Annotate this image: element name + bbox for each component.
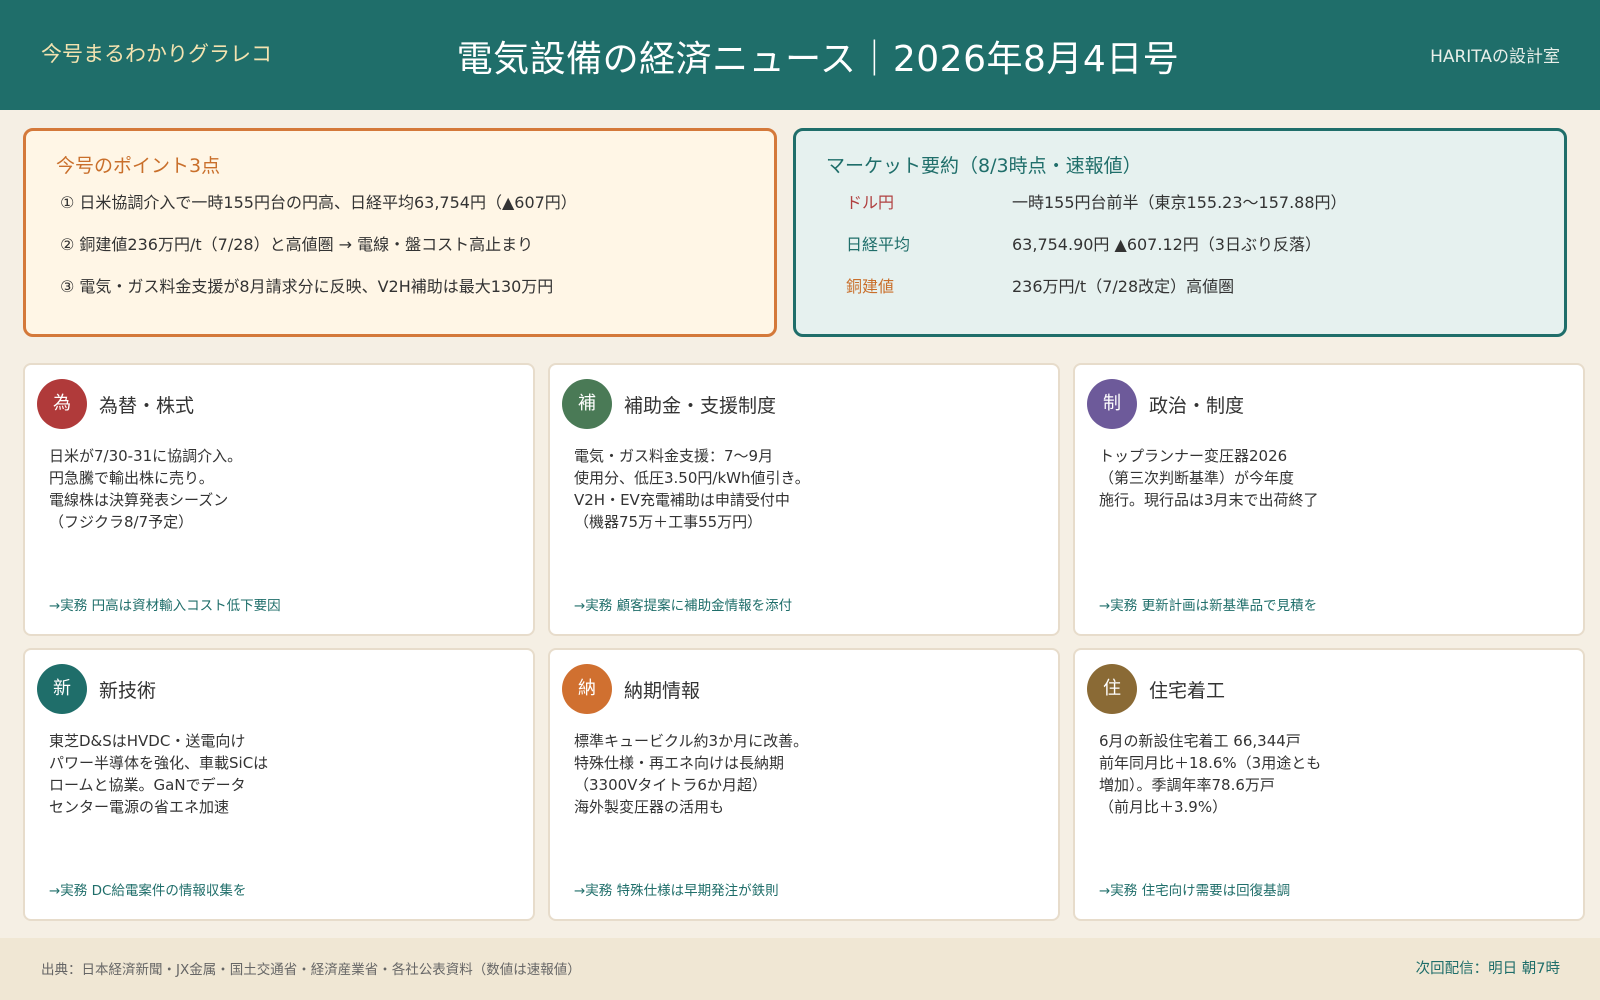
card-body: トップランナー変圧器2026 （第三次判断基準）が今年度 施行。現行品は3月末で… (1099, 445, 1319, 511)
card-body: 東芝D&SはHVDC・送電向け パワー半導体を強化、車載SiCは ロームと協業。… (49, 730, 268, 818)
card-badge-icon: 為 (37, 379, 87, 429)
market-value: 63,754.90円 ▲607.12円（3日ぶり反落） (1012, 235, 1321, 254)
footer-bar: 出典：日本経済新聞・JX金属・国土交通省・経済産業省・各社公表資料（数値は速報値… (0, 938, 1600, 1000)
card-line: 増加）。季調年率78.6万戸 (1099, 776, 1275, 794)
card-title: 住宅着工 (1149, 680, 1226, 702)
market-label: 日経平均 (846, 235, 911, 254)
point-item: ② 銅建値236万円/t（7/28）と高値圏 → 電線・盤コスト高止まり (60, 235, 534, 254)
card-title: 新技術 (99, 680, 157, 702)
card-line: センター電源の省エネ加速 (49, 798, 230, 816)
card-line: V2H・EV充電補助は申請受付中 (574, 491, 790, 509)
page-title: 電気設備の経済ニュース｜2026年8月4日号 (456, 39, 1180, 80)
card-line: （機器75万＋工事55万円） (574, 513, 763, 531)
card-line: 標準キュービクル約3か月に改善。 (574, 732, 809, 750)
card-badge-icon: 住 (1087, 664, 1137, 714)
header-bar: 今号まるわかりグラレコ 電気設備の経済ニュース｜2026年8月4日号 HARIT… (0, 0, 1600, 110)
card-line: 円急騰で輸出株に売り。 (49, 469, 214, 487)
card-line: トップランナー変圧器2026 (1099, 447, 1288, 465)
card-body: 電気・ガス料金支援：7〜9月 使用分、低圧3.50円/kWh値引き。 V2H・E… (574, 445, 810, 533)
card-badge-icon: 補 (562, 379, 612, 429)
card-title: 納期情報 (624, 680, 701, 702)
market-heading: マーケット要約（8/3時点・速報値） (826, 155, 1142, 177)
market-label: 銅建値 (846, 277, 895, 296)
card-title: 政治・制度 (1149, 395, 1245, 417)
card-line: （前月比＋3.9%） (1099, 798, 1228, 816)
header-right-label: HARITAの設計室 (1430, 47, 1560, 67)
card-housing: 住 住宅着工 6月の新設住宅着工 66,344戸 前年同月比＋18.6%（3用途… (1073, 648, 1585, 921)
market-summary-panel: マーケット要約（8/3時点・速報値） ドル円 一時155円台前半（東京155.2… (793, 128, 1567, 337)
card-line: 前年同月比＋18.6%（3用途とも (1099, 754, 1322, 772)
card-delivery: 納 納期情報 標準キュービクル約3か月に改善。 特殊仕様・再エネ向けは長納期 （… (548, 648, 1060, 921)
market-row: ドル円 一時155円台前半（東京155.23〜157.88円） (826, 190, 1534, 232)
card-action: →実務 更新計画は新基準品で見積を (1099, 598, 1318, 614)
market-row: 日経平均 63,754.90円 ▲607.12円（3日ぶり反落） (826, 232, 1534, 274)
point-item: ① 日米協調介入で一時155円台の円高、日経平均63,754円（▲607円） (60, 193, 577, 212)
card-line: 電気・ガス料金支援：7〜9月 (574, 447, 774, 465)
card-line: 施行。現行品は3月末で出荷終了 (1099, 491, 1319, 509)
card-action: →実務 顧客提案に補助金情報を添付 (574, 598, 793, 614)
card-line: 東芝D&SはHVDC・送電向け (49, 732, 246, 750)
card-line: 海外製変圧器の活用も (574, 798, 725, 816)
market-value: 236万円/t（7/28改定）高値圏 (1012, 277, 1235, 296)
market-value: 一時155円台前半（東京155.23〜157.88円） (1012, 193, 1347, 212)
card-badge-icon: 制 (1087, 379, 1137, 429)
card-subsidy: 補 補助金・支援制度 電気・ガス料金支援：7〜9月 使用分、低圧3.50円/kW… (548, 363, 1060, 636)
market-label: ドル円 (846, 193, 895, 212)
card-action: →実務 DC給電案件の情報収集を (49, 883, 247, 899)
card-body: 6月の新設住宅着工 66,344戸 前年同月比＋18.6%（3用途とも 増加）。… (1099, 730, 1321, 818)
card-line: 日米が7/30-31に協調介入。 (49, 447, 243, 465)
point-item: ③ 電気・ガス料金支援が8月請求分に反映、V2H補助は最大130万円 (60, 277, 554, 296)
card-line: ロームと協業。GaNでデータ (49, 776, 246, 794)
next-delivery: 次回配信：明日 朝7時 (1415, 961, 1560, 977)
card-line: （3300Vタイトラ6か月超） (574, 776, 767, 794)
market-row: 銅建値 236万円/t（7/28改定）高値圏 (826, 274, 1534, 316)
source-note: 出典：日本経済新聞・JX金属・国土交通省・経済産業省・各社公表資料（数値は速報値… (41, 962, 581, 978)
points-panel: 今号のポイント3点 ① 日米協調介入で一時155円台の円高、日経平均63,754… (23, 128, 777, 337)
card-line: （フジクラ8/7予定） (49, 513, 194, 531)
card-line: パワー半導体を強化、車載SiCは (49, 754, 269, 772)
card-new-tech: 新 新技術 東芝D&SはHVDC・送電向け パワー半導体を強化、車載SiCは ロ… (23, 648, 535, 921)
card-forex-stocks: 為 為替・株式 日米が7/30-31に協調介入。 円急騰で輸出株に売り。 電線株… (23, 363, 535, 636)
card-body: 日米が7/30-31に協調介入。 円急騰で輸出株に売り。 電線株は決算発表シーズ… (49, 445, 242, 533)
card-action: →実務 円高は資材輸入コスト低下要因 (49, 598, 281, 614)
card-line: 電線株は決算発表シーズン (49, 491, 229, 509)
card-action: →実務 特殊仕様は早期発注が鉄則 (574, 883, 779, 899)
card-body: 標準キュービクル約3か月に改善。 特殊仕様・再エネ向けは長納期 （3300Vタイ… (574, 730, 808, 818)
card-action: →実務 住宅向け需要は回復基調 (1099, 883, 1291, 899)
card-line: （第三次判断基準）が今年度 (1099, 469, 1295, 487)
card-title: 補助金・支援制度 (624, 395, 777, 417)
card-politics: 制 政治・制度 トップランナー変圧器2026 （第三次判断基準）が今年度 施行。… (1073, 363, 1585, 636)
card-badge-icon: 納 (562, 664, 612, 714)
card-title: 為替・株式 (99, 395, 195, 417)
points-heading: 今号のポイント3点 (56, 155, 221, 177)
card-line: 使用分、低圧3.50円/kWh値引き。 (574, 469, 810, 487)
card-badge-icon: 新 (37, 664, 87, 714)
card-line: 6月の新設住宅着工 66,344戸 (1099, 732, 1301, 750)
card-line: 特殊仕様・再エネ向けは長納期 (574, 754, 785, 772)
